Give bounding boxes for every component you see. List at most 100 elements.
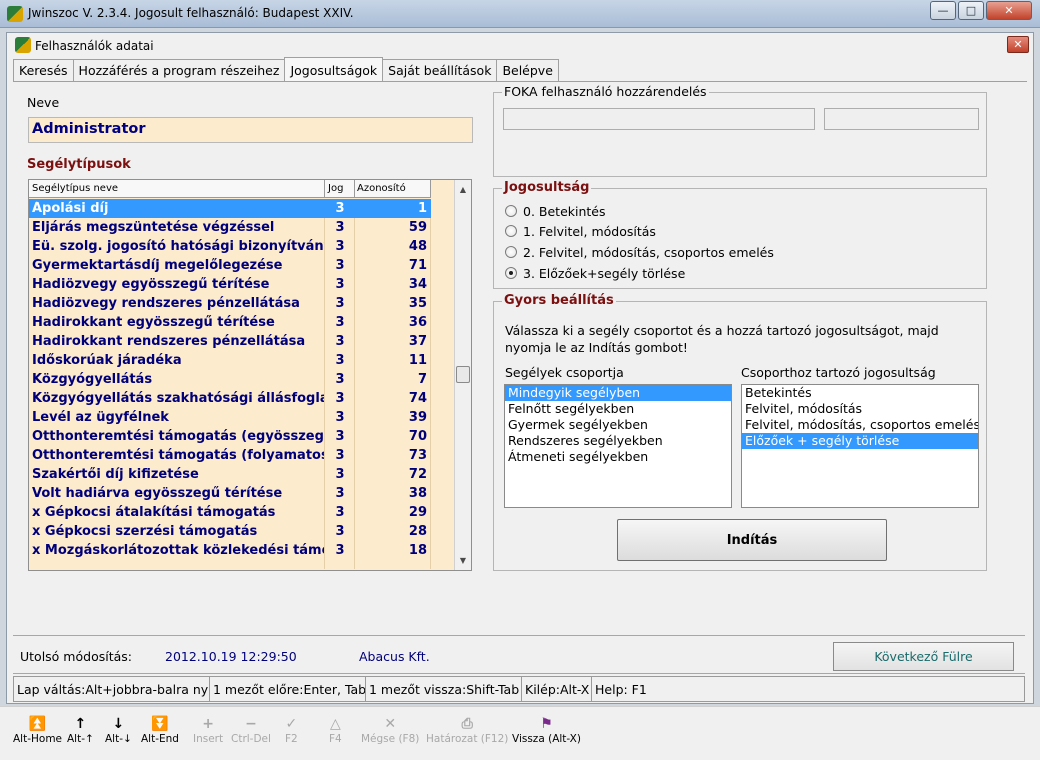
row-jog: 3 (335, 429, 345, 444)
status-tab-switch: Lap váltás:Alt+jobbra-balra nyíl (13, 676, 210, 702)
inditas-button[interactable]: Indítás (617, 519, 887, 561)
row-azonosito: 11 (408, 353, 427, 368)
last-record-button[interactable]: ⏬ Alt-End (141, 715, 179, 745)
cancel-button[interactable]: ✕ Mégse (F8) (361, 715, 419, 745)
segelytipus-row[interactable]: Gyermektartásdíj megelőlegezése 3 71 (29, 256, 431, 275)
jogosultsag-listbox[interactable]: Betekintés Felvitel, módosítás Felvitel,… (741, 384, 979, 508)
segelytipus-row[interactable]: Időskorúak járadéka 3 11 (29, 351, 431, 370)
group-item[interactable]: Gyermek segélyekben (505, 417, 731, 433)
first-record-button[interactable]: ⏫ Alt-Home (13, 715, 62, 745)
radio-option-2[interactable]: 2. Felvitel, módosítás, csoportos emelés (505, 244, 774, 260)
tab-belepve[interactable]: Belépve (496, 59, 559, 81)
segelytipus-row[interactable]: Otthonteremtési támogatás (folyamatos) 3 7… (29, 446, 431, 465)
inner-app-icon (15, 37, 31, 53)
bottom-toolbar: ⏫ Alt-Home ↑ Alt-↑ ↓ Alt-↓ ⏬ Alt-End + I… (0, 706, 1040, 760)
group-item[interactable]: Rendszeres segélyekben (505, 433, 731, 449)
save-button[interactable]: ✓ F2 (285, 715, 298, 745)
row-name: x Gépkocsi szerzési támogatás (32, 524, 258, 539)
f4-button[interactable]: △ F4 (329, 715, 342, 745)
row-name: Hadiözvegy rendszeres pénzellátása (32, 296, 300, 311)
triangle-up-icon: △ (329, 716, 341, 732)
window-title: Jwinszoc V. 2.3.4. Jogosult felhasználó:… (28, 6, 354, 20)
row-jog: 3 (335, 543, 345, 558)
segelytipus-row[interactable]: x Gépkocsi átalakítási támogatás 3 29 (29, 503, 431, 522)
row-name: Közgyógyellátás (32, 372, 153, 387)
inner-titlebar: Felhasználók adatai ✕ (7, 33, 1033, 57)
segelytipus-row[interactable]: Eü. szolg. jogosító hatósági bizonyítván… (29, 237, 431, 256)
foka-group: FOKA felhasználó hozzárendelés (493, 84, 987, 177)
tab-kereses[interactable]: Keresés (13, 59, 74, 81)
inner-close-button[interactable]: ✕ (1007, 36, 1029, 53)
segelytipus-row[interactable]: x Mozgáskorlátozottak közlekedési támoga… (29, 541, 431, 560)
minimize-button[interactable]: — (930, 1, 956, 20)
row-azonosito: 37 (408, 334, 427, 349)
segelytipus-row[interactable]: Szakértői díj kifizetése 3 72 (29, 465, 431, 484)
tab-hozzaferes[interactable]: Hozzáférés a program részeihez (72, 59, 286, 81)
segelytipus-row[interactable]: Hadiözvegy egyösszegű térítése 3 34 (29, 275, 431, 294)
row-jog: 3 (335, 524, 345, 539)
scroll-up-icon[interactable]: ▲ (455, 181, 471, 197)
segelytipus-row[interactable]: Közgyógyellátás szakhatósági állásfoglal… (29, 389, 431, 408)
back-button[interactable]: ⚑ Vissza (Alt-X) (512, 715, 581, 745)
right-item[interactable]: Felvitel, módosítás, csoportos emelés (742, 417, 978, 433)
right-item[interactable]: Betekintés (742, 385, 978, 401)
neve-input[interactable]: Administrator (28, 117, 473, 143)
row-name: Otthonteremtési támogatás (egyösszegű) (32, 429, 324, 444)
status-next-field: 1 mezőt előre:Enter, Tab (209, 676, 366, 702)
row-jog: 3 (335, 410, 345, 425)
group-item[interactable]: Átmeneti segélyekben (505, 449, 731, 465)
plus-icon: + (202, 716, 214, 732)
tab-separator (13, 81, 1027, 82)
segelytipus-row[interactable]: Közgyógyellátás 3 7 (29, 370, 431, 389)
delete-button[interactable]: − Ctrl-Del (231, 715, 271, 745)
radio-3-icon[interactable] (505, 267, 517, 279)
row-jog: 3 (335, 201, 345, 216)
row-name: x Gépkocsi átalakítási támogatás (32, 505, 276, 520)
row-azonosito: 29 (408, 505, 427, 520)
segelytipus-row[interactable]: Eljárás megszüntetése végzéssel 3 59 (29, 218, 431, 237)
next-tab-button[interactable]: Következő Fülre (833, 642, 1014, 671)
segelytipus-row[interactable]: Hadirokkant rendszeres pénzellátása 3 37 (29, 332, 431, 351)
scroll-down-icon[interactable]: ▼ (455, 552, 471, 568)
scroll-thumb[interactable] (456, 366, 470, 383)
header-name[interactable]: Segélytípus neve (32, 183, 118, 194)
right-item[interactable]: Felvitel, módosítás (742, 401, 978, 417)
segelytipus-row[interactable]: Hadirokkant egyösszegű térítése 3 36 (29, 313, 431, 332)
last-record-icon: ⏬ (151, 716, 169, 732)
radio-option-1[interactable]: 1. Felvitel, módosítás (505, 223, 656, 239)
radio-0-icon[interactable] (505, 205, 517, 217)
insert-button[interactable]: + Insert (193, 715, 223, 745)
segelytipus-row[interactable]: x Gépkocsi szerzési támogatás 3 28 (29, 522, 431, 541)
segely-csoport-listbox[interactable]: Mindegyik segélyben Felnőtt segélyekben … (504, 384, 732, 508)
radio-2-icon[interactable] (505, 246, 517, 258)
group-item[interactable]: Felnőtt segélyekben (505, 401, 731, 417)
tab-jogosultsagok[interactable]: Jogosultságok (284, 57, 384, 81)
foka-title: FOKA felhasználó hozzárendelés (502, 84, 709, 99)
maximize-button[interactable]: □ (958, 1, 984, 20)
segelytipus-row[interactable]: Hadiözvegy rendszeres pénzellátása 3 35 (29, 294, 431, 313)
radio-1-icon[interactable] (505, 225, 517, 237)
jogosultsag-title: Jogosultság (502, 180, 592, 195)
close-button[interactable]: ✕ (986, 1, 1032, 20)
header-jog[interactable]: Jog (328, 183, 343, 194)
group-item[interactable]: Mindegyik segélyben (505, 385, 731, 401)
row-jog: 3 (335, 505, 345, 520)
header-azonosito[interactable]: Azonosító (357, 183, 406, 194)
prev-record-button[interactable]: ↑ Alt-↑ (67, 715, 94, 745)
list-scrollbar[interactable]: ▲ ▼ (454, 180, 471, 570)
row-jog: 3 (335, 334, 345, 349)
next-record-button[interactable]: ↓ Alt-↓ (105, 715, 132, 745)
right-item[interactable]: Előzőek + segély törlése (742, 433, 978, 449)
row-azonosito: 70 (408, 429, 427, 444)
segelytipus-row[interactable]: Levél az ügyfélnek 3 39 (29, 408, 431, 427)
segelytipus-row[interactable]: Ápolási díj 3 1 (29, 199, 431, 218)
row-jog: 3 (335, 239, 345, 254)
tab-sajat-beallitasok[interactable]: Saját beállítások (382, 59, 498, 81)
row-jog: 3 (335, 315, 345, 330)
radio-option-3[interactable]: 3. Előzőek+segély törlése (505, 265, 685, 281)
segelytipus-row[interactable]: Volt hadiárva egyösszegű térítése 3 38 (29, 484, 431, 503)
hatarozat-button[interactable]: ⎙ Határozat (F12) (426, 715, 508, 745)
radio-option-0[interactable]: 0. Betekintés (505, 203, 606, 219)
segelytipus-list[interactable]: Segélytípus neve Jog Azonosító Ápolási d… (28, 179, 472, 571)
segelytipus-row[interactable]: Otthonteremtési támogatás (egyösszegű) 3 7… (29, 427, 431, 446)
